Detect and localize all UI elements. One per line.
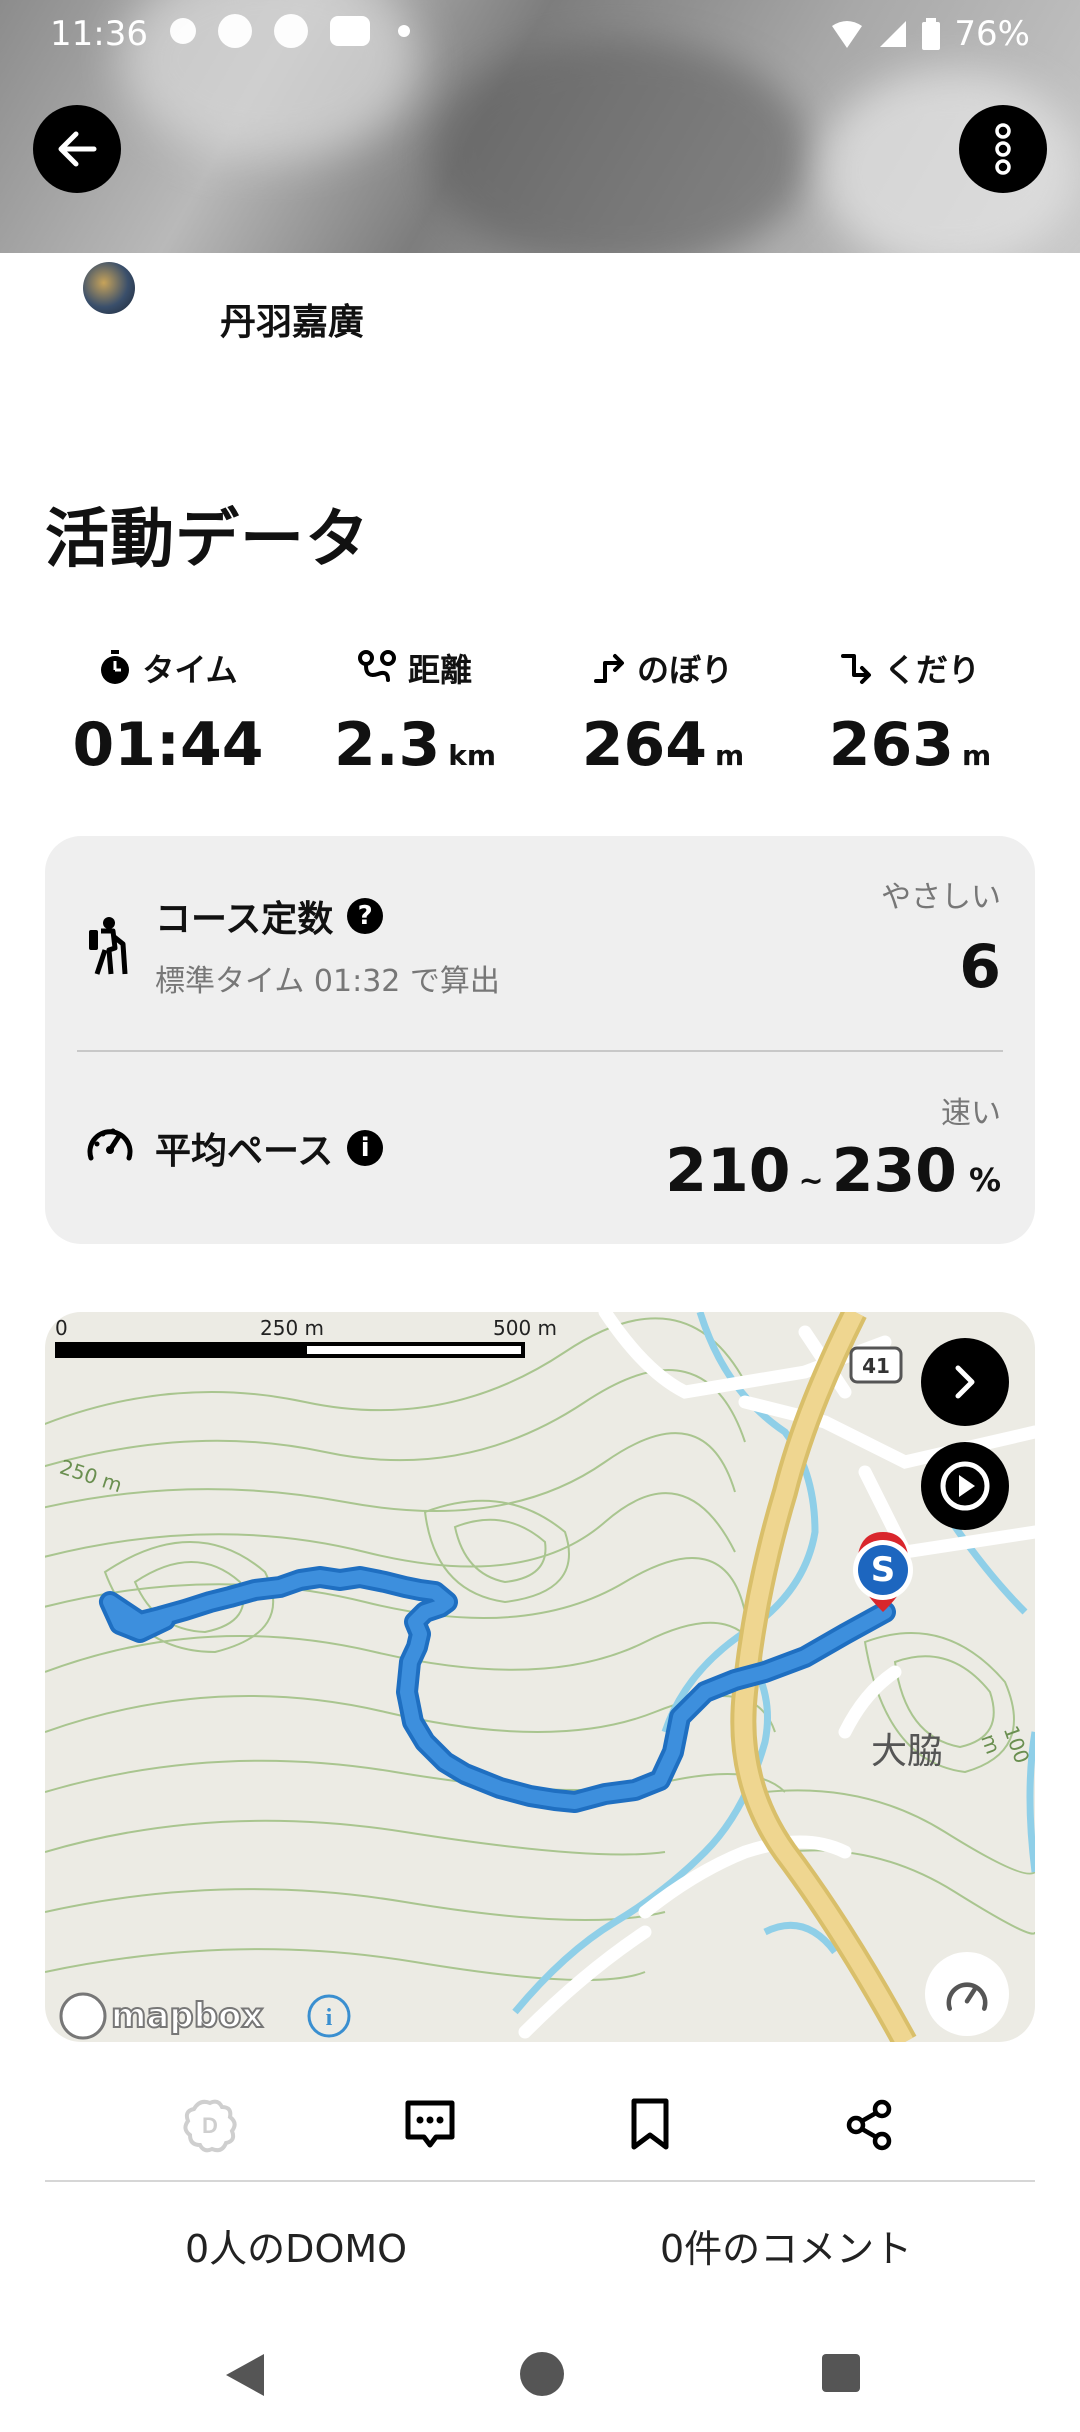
svg-text:D: D	[202, 2113, 218, 2138]
more-vertical-icon	[995, 123, 1011, 175]
course-constant-value: 6	[959, 932, 1001, 1002]
help-icon[interactable]: ?	[347, 898, 384, 934]
stat-time-label: タイム	[142, 651, 238, 689]
pace-value-separator: ~	[798, 1164, 824, 1199]
battery-percent: 76%	[954, 14, 1030, 54]
stat-distance-unit: km	[448, 739, 497, 772]
ascent-icon	[593, 654, 624, 683]
action-divider	[45, 2180, 1035, 2182]
map-replay-button[interactable]	[921, 1442, 1009, 1530]
wifi-icon	[832, 21, 863, 48]
road-number: 41	[862, 1354, 890, 1378]
more-notifications-icon	[398, 25, 410, 37]
mapbox-attribution: mapbox	[110, 1995, 264, 2037]
map-canvas[interactable]: i	[45, 1312, 1035, 2042]
stat-ascent-label: のぼり	[636, 651, 733, 689]
place-name: 大脇	[871, 1731, 944, 1772]
stat-ascent: のぼり 264 m	[538, 640, 788, 780]
nav-back-icon[interactable]	[222, 2350, 268, 2400]
system-nav-bar	[0, 2320, 1080, 2432]
scale-label-0: 0	[55, 1316, 68, 1340]
pace-value-low: 210	[665, 1136, 791, 1206]
share-icon	[846, 2099, 892, 2151]
scale-label-500: 500 m	[493, 1316, 558, 1340]
speedometer-icon	[946, 1982, 988, 2011]
course-constant-title: コース定数 ?	[155, 890, 384, 942]
d-app-icon	[274, 14, 308, 48]
facebook-icon	[218, 14, 252, 48]
signal-icon	[880, 21, 907, 47]
nav-home-icon[interactable]	[518, 2350, 566, 2398]
info-icon[interactable]: i	[347, 1130, 384, 1166]
descent-icon	[840, 654, 871, 684]
pace-value-high: 230	[831, 1136, 957, 1206]
pace-speed-tag: 速い	[941, 1096, 1001, 1131]
nav-recents-icon[interactable]	[820, 2352, 862, 2394]
battery-icon	[922, 18, 941, 50]
map-next-button[interactable]	[921, 1338, 1009, 1426]
more-menu-button[interactable]	[959, 105, 1047, 193]
status-time: 11:36	[50, 14, 148, 54]
stat-distance-label: 距離	[407, 651, 472, 689]
stat-ascent-unit: m	[715, 739, 745, 772]
stat-distance-value: 2.3	[333, 710, 441, 780]
action-bar: D	[0, 2045, 1080, 2225]
pace-unit: %	[968, 1161, 1001, 1199]
domo-button[interactable]: D	[180, 2095, 240, 2155]
course-difficulty-tag: やさしい	[881, 880, 1001, 915]
stat-descent-label: くだり	[883, 651, 980, 689]
stat-ascent-value: 264	[581, 710, 708, 780]
comment-count[interactable]: 0件のコメント	[660, 2218, 912, 2273]
user-name[interactable]: 丹羽嘉廣	[220, 293, 364, 345]
card-divider	[77, 1050, 1003, 1052]
speedometer-icon	[87, 1128, 133, 1161]
map-pace-button[interactable]	[925, 1952, 1009, 2036]
hiker-icon	[89, 917, 128, 975]
route-icon	[357, 650, 396, 682]
stat-descent-unit: m	[962, 739, 992, 772]
play-icon	[940, 1461, 990, 1511]
arrow-left-icon	[58, 131, 97, 167]
average-pace-value: 210 ~ 230 %	[665, 1136, 1001, 1206]
section-title: 活動データ	[45, 503, 370, 577]
start-marker-label: S	[870, 1550, 896, 1590]
chevron-right-icon	[955, 1365, 975, 1399]
youtube-icon	[330, 16, 370, 46]
activity-summary-card: コース定数 ? 標準タイム 01:32 で算出 やさしい 6 平均ペース i 速…	[45, 836, 1035, 1244]
stopwatch-icon	[101, 650, 130, 684]
course-constant-subtitle: 標準タイム 01:32 で算出	[155, 964, 500, 999]
scale-label-250: 250 m	[260, 1316, 325, 1340]
avatar[interactable]	[83, 262, 135, 314]
domo-flower-icon: D	[183, 2099, 237, 2153]
mapbox-logo-icon	[59, 1992, 107, 2040]
share-button[interactable]	[840, 2095, 900, 2155]
comment-button[interactable]	[400, 2095, 460, 2155]
stat-descent-value: 263	[828, 710, 955, 780]
bookmark-button[interactable]	[620, 2095, 680, 2155]
stat-descent: くだり 263 m	[785, 640, 1035, 780]
domo-count[interactable]: 0人のDOMO	[185, 2218, 407, 2273]
stat-time-value: 01:44	[72, 710, 264, 780]
route-map[interactable]: i 0 250 m 500 m 250 m 100 m 41 大脇 S mapb…	[45, 1312, 1035, 2042]
stat-distance: 距離 2.3 km	[290, 640, 540, 780]
bookmark-icon	[631, 2098, 669, 2150]
settings-icon	[170, 18, 196, 44]
comment-icon	[405, 2100, 455, 2148]
back-button[interactable]	[33, 105, 121, 193]
stat-time: タイム 01:44	[43, 640, 293, 780]
svg-text:i: i	[326, 2005, 333, 2031]
course-constant-label: コース定数	[155, 899, 334, 940]
average-pace-title: 平均ペース i	[155, 1122, 384, 1174]
contour-lines	[45, 1317, 1035, 1981]
status-bar: 11:36 76%	[0, 0, 1080, 70]
average-pace-label: 平均ペース	[155, 1131, 334, 1172]
